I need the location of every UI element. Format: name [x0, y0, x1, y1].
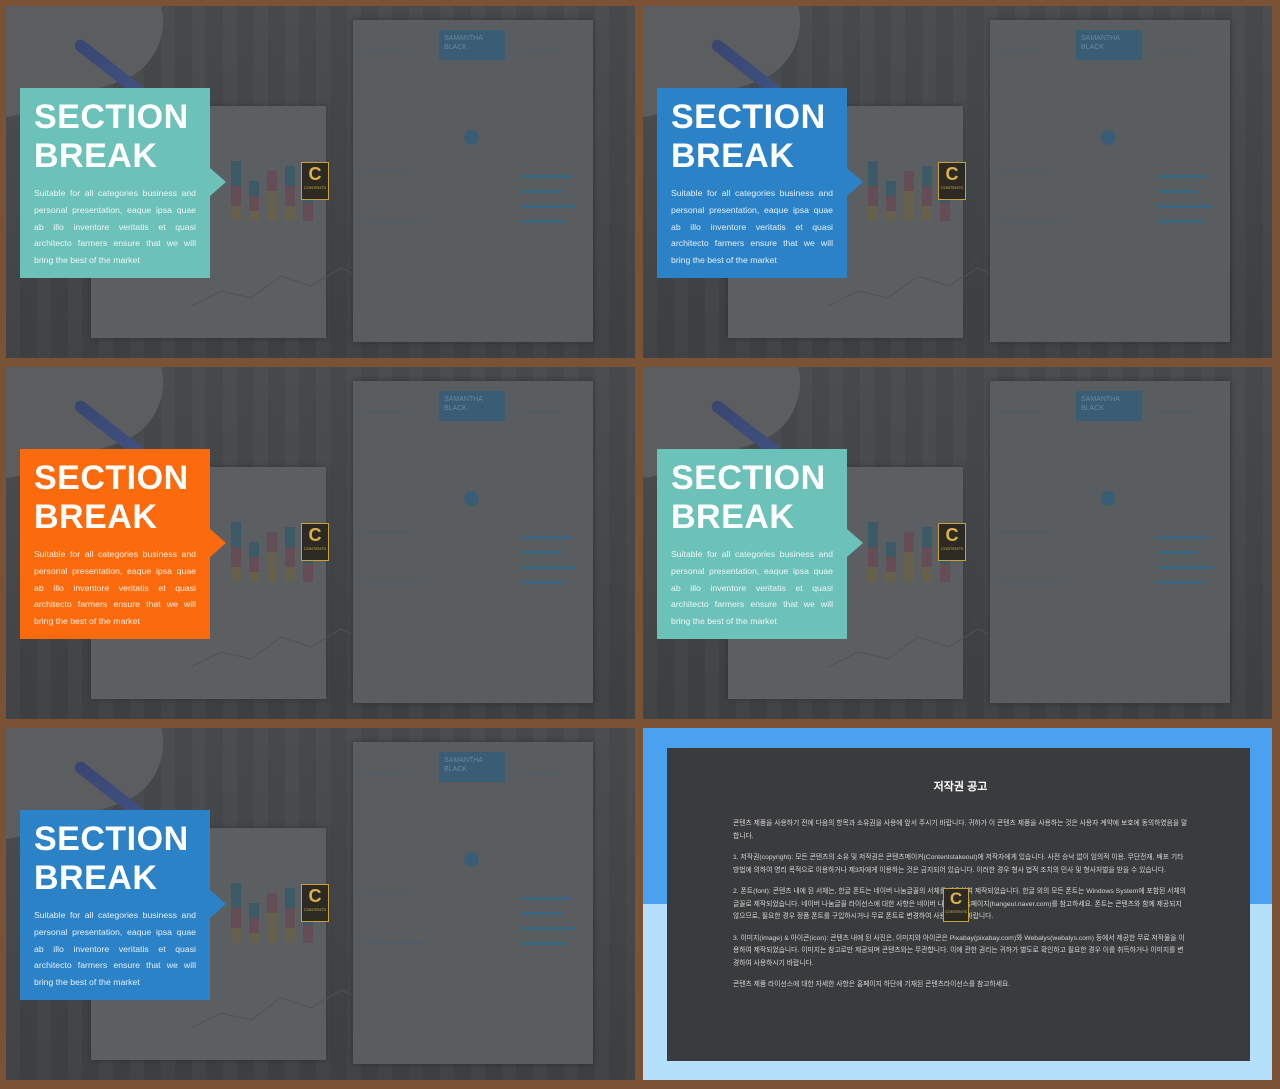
section-card: SECTION BREAK Suitable for all categorie…	[657, 449, 847, 639]
card-arrow	[847, 529, 863, 557]
card-arrow	[210, 529, 226, 557]
slide-5[interactable]: SAMANTHA BLACK C CONTENTS SECTION BREAK S…	[6, 728, 635, 1080]
contents-badge: C CONTENTS	[938, 523, 966, 561]
copyright-slide[interactable]: 저작권 공고 콘텐츠 제품을 사용하기 전에 다음의 항목과 소유권을 사용에 …	[643, 728, 1272, 1080]
slide-3[interactable]: SAMANTHA BLACK C CONTENTS SECTION BREAK S…	[6, 367, 635, 719]
section-title: SECTION BREAK	[34, 98, 189, 175]
section-title: SECTION BREAK	[671, 98, 826, 175]
card-arrow	[210, 890, 226, 918]
card-arrow	[210, 168, 226, 196]
section-body: Suitable for all categories business and…	[34, 188, 196, 266]
copyright-item-1: 1. 저작권(copyright): 모든 콘텐츠의 소유 및 저작권은 콘텐츠…	[733, 854, 1184, 874]
section-body: Suitable for all categories business and…	[671, 188, 833, 266]
section-body: Suitable for all categories business and…	[671, 549, 833, 627]
section-title: SECTION BREAK	[671, 459, 826, 536]
section-body: Suitable for all categories business and…	[34, 549, 196, 627]
section-card: SECTION BREAK Suitable for all categorie…	[20, 810, 210, 1000]
section-title: SECTION BREAK	[34, 459, 189, 536]
contents-badge: C CONTENTS	[301, 523, 329, 561]
section-card: SECTION BREAK Suitable for all categorie…	[20, 449, 210, 639]
copyright-panel: 저작권 공고 콘텐츠 제품을 사용하기 전에 다음의 항목과 소유권을 사용에 …	[667, 748, 1250, 1061]
section-title: SECTION BREAK	[34, 820, 189, 897]
slide-1[interactable]: SAMANTHA BLACK C CONTENTS SECTION BREAK S…	[6, 6, 635, 358]
slide-4[interactable]: SAMANTHA BLACK C CONTENTS SECTION BREAK S…	[643, 367, 1272, 719]
contents-badge: C CONTENTS	[938, 162, 966, 200]
contents-badge: C CONTENTS	[301, 162, 329, 200]
section-card: SECTION BREAK Suitable for all categorie…	[20, 88, 210, 278]
copyright-title: 저작권 공고	[933, 781, 988, 793]
copyright-item-3: 3. 이미지(image) & 아이콘(icon): 콘텐츠 내에 된 사진은,…	[733, 934, 1185, 967]
contents-badge: C CONTENTS	[301, 884, 329, 922]
copyright-intro: 콘텐츠 제품을 사용하기 전에 다음의 항목과 소유권을 사용에 앞서 주시기 …	[733, 820, 1188, 840]
section-body: Suitable for all categories business and…	[34, 910, 196, 988]
contents-badge: C CONTENTS	[943, 888, 969, 922]
slide-2[interactable]: SAMANTHA BLACK C CONTENTS SECTION BREAK S…	[643, 6, 1272, 358]
copyright-footer: 콘텐츠 제품 라이선스에 대한 자세한 사항은 홈페이지 하단에 기재된 콘텐츠…	[733, 981, 1011, 988]
card-arrow	[847, 168, 863, 196]
section-card: SECTION BREAK Suitable for all categorie…	[657, 88, 847, 278]
